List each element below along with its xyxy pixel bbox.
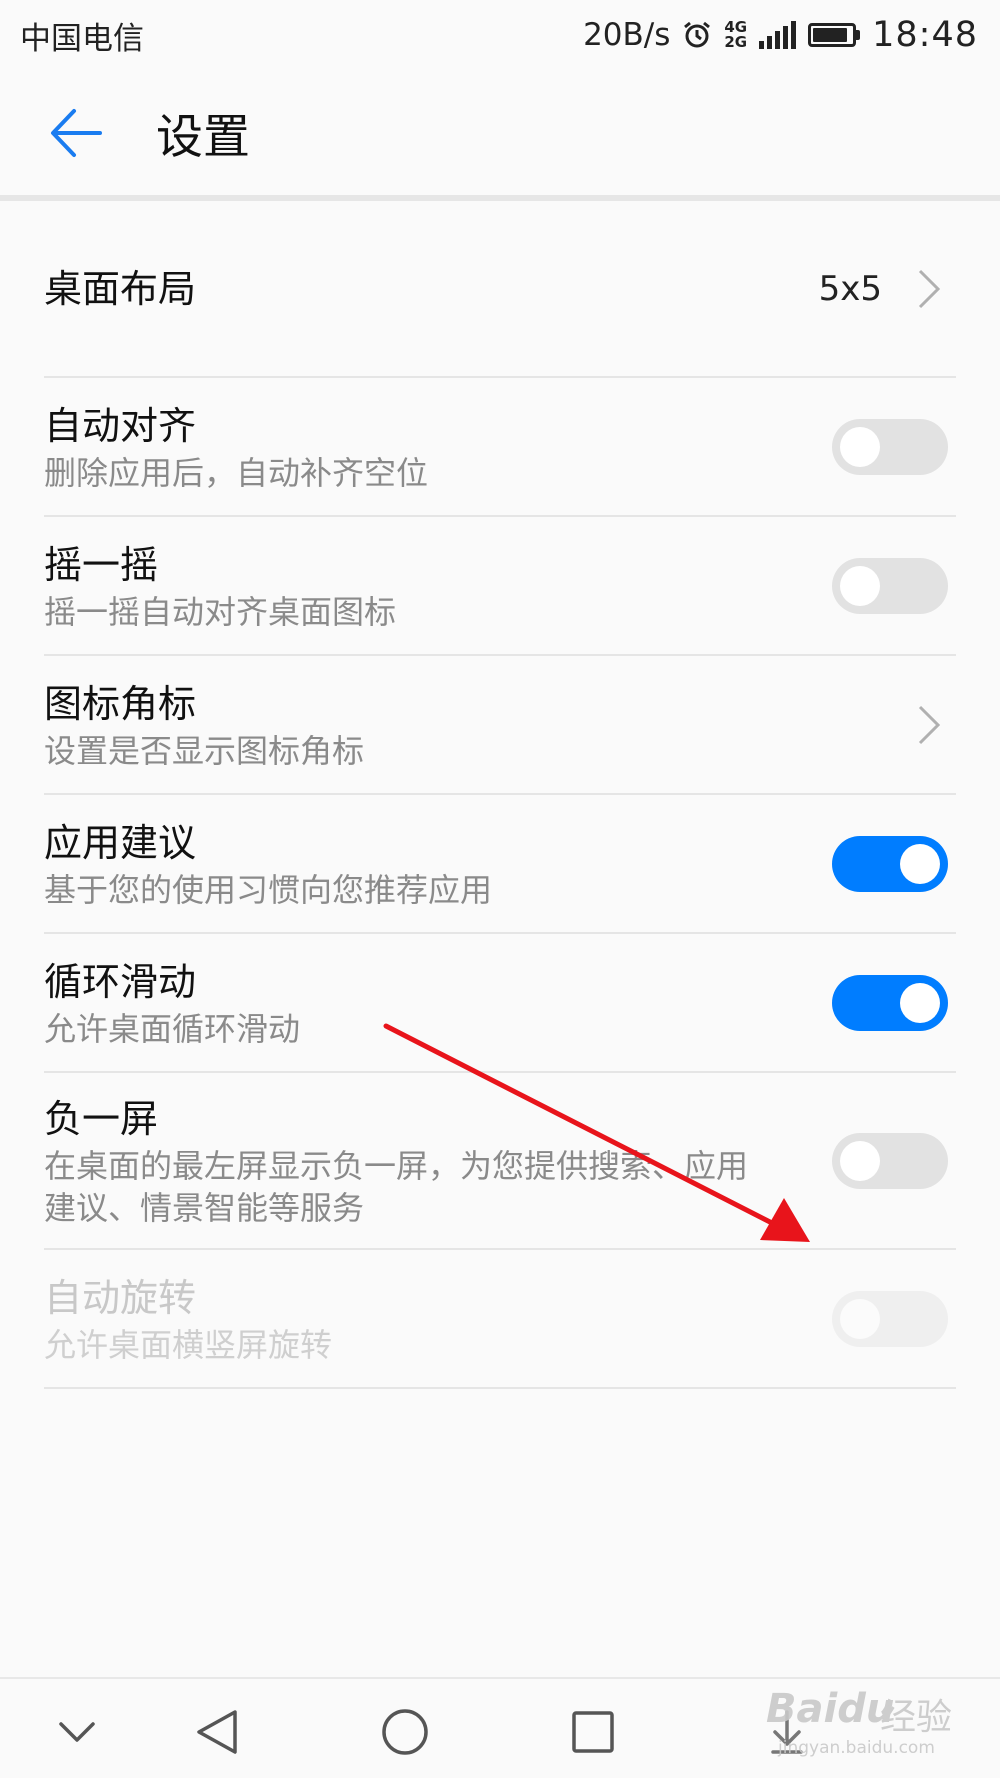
setting-title: 循环滑动: [44, 959, 197, 1004]
status-icons: 20B/s 4G 2G 18:48: [583, 15, 978, 55]
setting-title: 摇一摇: [44, 542, 159, 587]
setting-title: 应用建议: [44, 820, 197, 865]
minus-one-screen-switch[interactable]: [832, 1132, 948, 1189]
auto-rotate-switch: [832, 1290, 948, 1347]
loop-scroll-switch[interactable]: [832, 974, 948, 1031]
setting-shake[interactable]: 摇一摇 摇一摇自动对齐桌面图标: [44, 517, 956, 656]
setting-desktop-layout[interactable]: 桌面布局 5x5: [44, 201, 956, 378]
app-bar: 设置: [0, 70, 1000, 195]
status-bar: 中国电信 20B/s 4G 2G 18:48: [0, 0, 1000, 70]
back-triangle-icon: [197, 1710, 237, 1754]
nav-recents-button[interactable]: [558, 1697, 628, 1767]
setting-subtitle: 摇一摇自动对齐桌面图标: [44, 592, 397, 631]
chevron-down-icon: [59, 1722, 95, 1742]
setting-subtitle: 在桌面的最左屏显示负一屏，为您提供搜索、应用建议、情景智能等服务: [44, 1146, 749, 1227]
setting-auto-rotate: 自动旋转 允许桌面横竖屏旋转: [44, 1250, 956, 1389]
battery-icon: [808, 23, 861, 47]
alarm-icon: [684, 21, 711, 48]
nav-home-button[interactable]: [370, 1697, 440, 1767]
setting-subtitle: 删除应用后，自动补齐空位: [44, 453, 429, 492]
nav-back-button[interactable]: [182, 1697, 252, 1767]
carrier-name: 中国电信: [20, 20, 144, 57]
setting-title: 桌面布局: [44, 266, 197, 311]
setting-title: 自动旋转: [44, 1275, 197, 1320]
setting-loop-scroll[interactable]: 循环滑动 允许桌面循环滑动: [44, 934, 956, 1073]
setting-icon-badge[interactable]: 图标角标 设置是否显示图标角标: [44, 656, 956, 795]
settings-list: 桌面布局 5x5 自动对齐 删除应用后，自动补齐空位 摇一摇 摇一摇自动对齐桌面…: [0, 201, 1000, 1389]
setting-title: 自动对齐: [44, 403, 197, 448]
home-circle-icon: [382, 1709, 428, 1755]
setting-value: 5x5: [818, 268, 882, 309]
auto-align-switch[interactable]: [832, 418, 948, 475]
page-title: 设置: [156, 110, 250, 165]
back-button[interactable]: [36, 93, 116, 173]
watermark-url: jingyan.baidu.com: [778, 1738, 935, 1758]
clock: 18:48: [872, 15, 978, 55]
setting-minus-one-screen[interactable]: 负一屏 在桌面的最左屏显示负一屏，为您提供搜索、应用建议、情景智能等服务: [44, 1073, 956, 1250]
app-suggest-switch[interactable]: [832, 835, 948, 892]
network-type: 4G 2G: [724, 18, 748, 51]
chevron-right-icon: [918, 269, 941, 308]
setting-subtitle: 允许桌面横竖屏旋转: [44, 1325, 333, 1364]
shake-switch[interactable]: [832, 557, 948, 614]
setting-title: 负一屏: [44, 1096, 159, 1141]
setting-subtitle: 基于您的使用习惯向您推荐应用: [44, 870, 493, 909]
net-speed: 20B/s: [583, 17, 671, 53]
setting-auto-align[interactable]: 自动对齐 删除应用后，自动补齐空位: [44, 378, 956, 517]
watermark-cn: 经验: [880, 1697, 953, 1738]
setting-subtitle: 允许桌面循环滑动: [44, 1009, 301, 1048]
nav-collapse-button[interactable]: [42, 1697, 112, 1767]
setting-app-suggest[interactable]: 应用建议 基于您的使用习惯向您推荐应用: [44, 795, 956, 934]
arrow-left-icon: [51, 108, 102, 157]
chevron-right-icon: [918, 705, 941, 744]
recents-square-icon: [572, 1711, 614, 1753]
setting-subtitle: 设置是否显示图标角标: [44, 731, 365, 770]
watermark-brand: Baidu: [766, 1686, 895, 1732]
baidu-watermark: Baidu 经验 jingyan.baidu.com: [760, 1680, 980, 1770]
signal-icon: [759, 21, 797, 49]
setting-title: 图标角标: [44, 681, 197, 726]
